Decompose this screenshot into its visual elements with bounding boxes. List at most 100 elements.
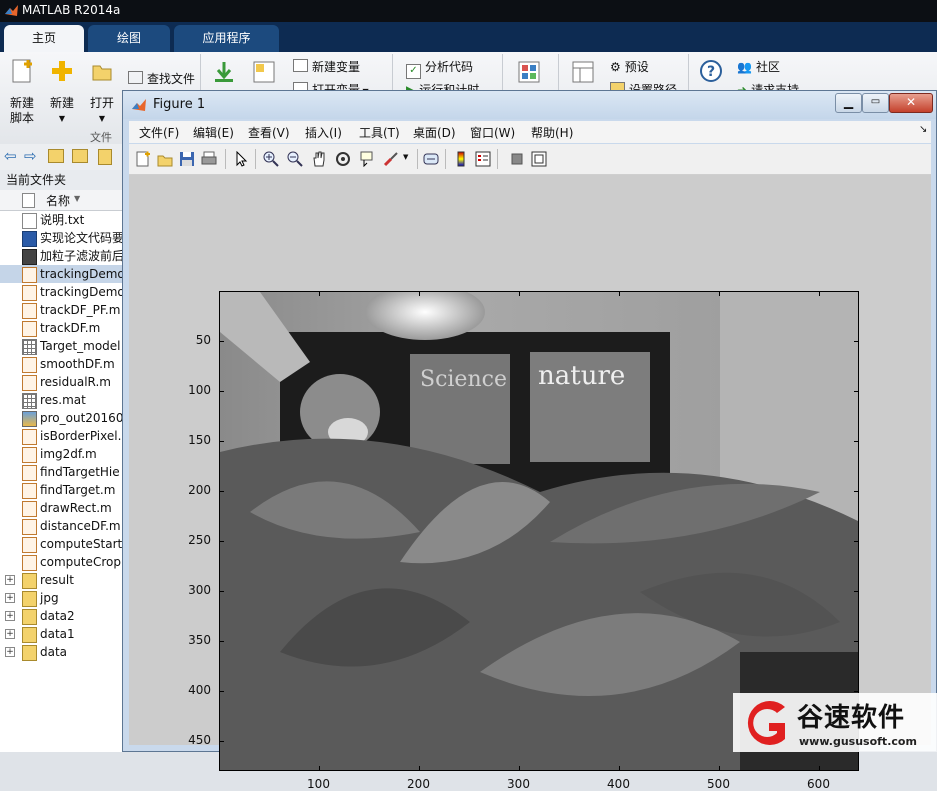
community-icon: 👥: [737, 60, 752, 74]
save-workspace-icon[interactable]: [252, 60, 276, 84]
file-item[interactable]: findTargetHie: [0, 463, 125, 481]
file-item[interactable]: img2df.m: [0, 445, 125, 463]
brush-icon[interactable]: [383, 151, 399, 167]
menu-insert[interactable]: 插入(I): [305, 124, 342, 141]
new-figure-icon[interactable]: [135, 151, 151, 167]
file-item[interactable]: Target_model: [0, 337, 125, 355]
folder-item[interactable]: + data1: [0, 625, 125, 643]
file-item[interactable]: computeStarti: [0, 535, 125, 553]
file-item[interactable]: smoothDF.m: [0, 355, 125, 373]
menu-desktop[interactable]: 桌面(D): [413, 124, 456, 141]
up-folder-icon[interactable]: [48, 149, 64, 163]
rotate-icon[interactable]: [335, 151, 351, 167]
menu-edit[interactable]: 编辑(E): [193, 124, 234, 141]
open-label: 打开: [89, 96, 114, 110]
column-header[interactable]: 名称 ▼: [0, 190, 125, 211]
x-tick-mark: [618, 766, 620, 771]
tab-home[interactable]: 主页: [4, 25, 84, 52]
new-button[interactable]: 新建 ▼: [46, 58, 78, 126]
file-item[interactable]: computeCrop: [0, 553, 125, 571]
file-item[interactable]: residualR.m: [0, 373, 125, 391]
community-link[interactable]: 👥 社区: [737, 58, 780, 75]
open-icon[interactable]: [157, 151, 173, 167]
menu-file[interactable]: 文件(F): [139, 124, 179, 141]
x-tick-mark: [318, 766, 320, 771]
maximize-button[interactable]: ▭: [862, 93, 889, 113]
figure-canvas: Science nature 50 100 150 200 250 300 350 400 45…: [129, 175, 931, 791]
back-arrow-icon[interactable]: ⇦: [4, 147, 17, 165]
file-item[interactable]: 加粒子滤波前后: [0, 247, 125, 265]
file-item[interactable]: res.mat: [0, 391, 125, 409]
file-item[interactable]: findTarget.m: [0, 481, 125, 499]
dock-arrow-icon[interactable]: ↘: [919, 124, 927, 135]
find-files-icon: [128, 71, 143, 84]
file-item[interactable]: 说明.txt: [0, 211, 125, 229]
y-tick-mark: [854, 590, 859, 592]
link-icon[interactable]: [423, 151, 439, 167]
file-item[interactable]: trackDF.m: [0, 319, 125, 337]
folder-file-icon: [22, 645, 37, 661]
folder-icon[interactable]: [98, 149, 112, 165]
y-tick-mark: [854, 440, 859, 442]
file-item[interactable]: pro_out20160: [0, 409, 125, 427]
menu-window[interactable]: 窗口(W): [470, 124, 515, 141]
data-cursor-icon[interactable]: [359, 151, 375, 167]
file-item[interactable]: drawRect.m: [0, 499, 125, 517]
new-label: 新建: [49, 96, 74, 110]
y-tick-mark: [219, 740, 224, 742]
expand-icon[interactable]: +: [5, 611, 15, 621]
folder-item[interactable]: + result: [0, 571, 125, 589]
preferences-button[interactable]: ⚙ 预设: [610, 58, 649, 75]
import-data-icon[interactable]: [212, 60, 236, 84]
help-icon[interactable]: ?: [699, 59, 723, 83]
save-icon[interactable]: [179, 151, 195, 167]
file-name: res.mat: [40, 393, 86, 407]
y-tick-label: 100: [188, 382, 211, 397]
tab-apps[interactable]: 应用程序: [174, 25, 279, 52]
expand-icon[interactable]: +: [5, 647, 15, 657]
folder-item[interactable]: + data: [0, 643, 125, 661]
section-file-label: 文件: [90, 131, 112, 144]
print-icon[interactable]: [201, 151, 217, 167]
colorbar-icon[interactable]: [453, 151, 469, 167]
menu-help[interactable]: 帮助(H): [531, 124, 573, 141]
zoom-out-icon[interactable]: [287, 151, 303, 167]
file-name: data2: [40, 609, 75, 623]
community-label: 社区: [755, 60, 780, 74]
file-item[interactable]: trackDF_PF.m: [0, 301, 125, 319]
expand-icon[interactable]: +: [5, 629, 15, 639]
file-item[interactable]: isBorderPixel.: [0, 427, 125, 445]
new-script-button[interactable]: 新建 脚本: [6, 58, 38, 126]
y-tick-mark: [854, 490, 859, 492]
analyze-code-button[interactable]: ✓ 分析代码: [406, 58, 473, 79]
folder-item[interactable]: + jpg: [0, 589, 125, 607]
pan-icon[interactable]: [311, 151, 327, 167]
file-name: trackingDemo: [40, 285, 125, 299]
file-item[interactable]: 实现论文代码要: [0, 229, 125, 247]
legend-icon[interactable]: [475, 151, 491, 167]
y-tick-mark: [219, 590, 224, 592]
zoom-in-icon[interactable]: [263, 151, 279, 167]
browse-folder-icon[interactable]: [72, 149, 88, 163]
tab-plots[interactable]: 绘图: [88, 25, 170, 52]
simulink-icon[interactable]: [517, 60, 541, 84]
find-files-button[interactable]: 查找文件: [128, 70, 195, 87]
folder-item[interactable]: + data2: [0, 607, 125, 625]
new-variable-button[interactable]: 新建变量: [293, 58, 360, 75]
forward-arrow-icon[interactable]: ⇨: [24, 147, 37, 165]
open-button[interactable]: 打开 ▼: [86, 58, 118, 126]
expand-icon[interactable]: +: [5, 593, 15, 603]
file-item[interactable]: distanceDF.m: [0, 517, 125, 535]
expand-icon[interactable]: +: [5, 575, 15, 585]
pointer-icon[interactable]: [233, 151, 249, 167]
close-button[interactable]: ✕: [889, 93, 933, 113]
menu-view[interactable]: 查看(V): [248, 124, 290, 141]
file-item[interactable]: trackingDemo: [0, 265, 125, 283]
brush-dropdown-icon[interactable]: ▼: [403, 153, 408, 161]
file-item[interactable]: trackingDemo: [0, 283, 125, 301]
menu-tools[interactable]: 工具(T): [359, 124, 400, 141]
minimize-button[interactable]: ▁: [835, 93, 862, 113]
show-plot-tools-icon[interactable]: [531, 151, 547, 167]
layout-icon[interactable]: [571, 60, 595, 84]
hide-plot-tools-icon[interactable]: [509, 151, 525, 167]
